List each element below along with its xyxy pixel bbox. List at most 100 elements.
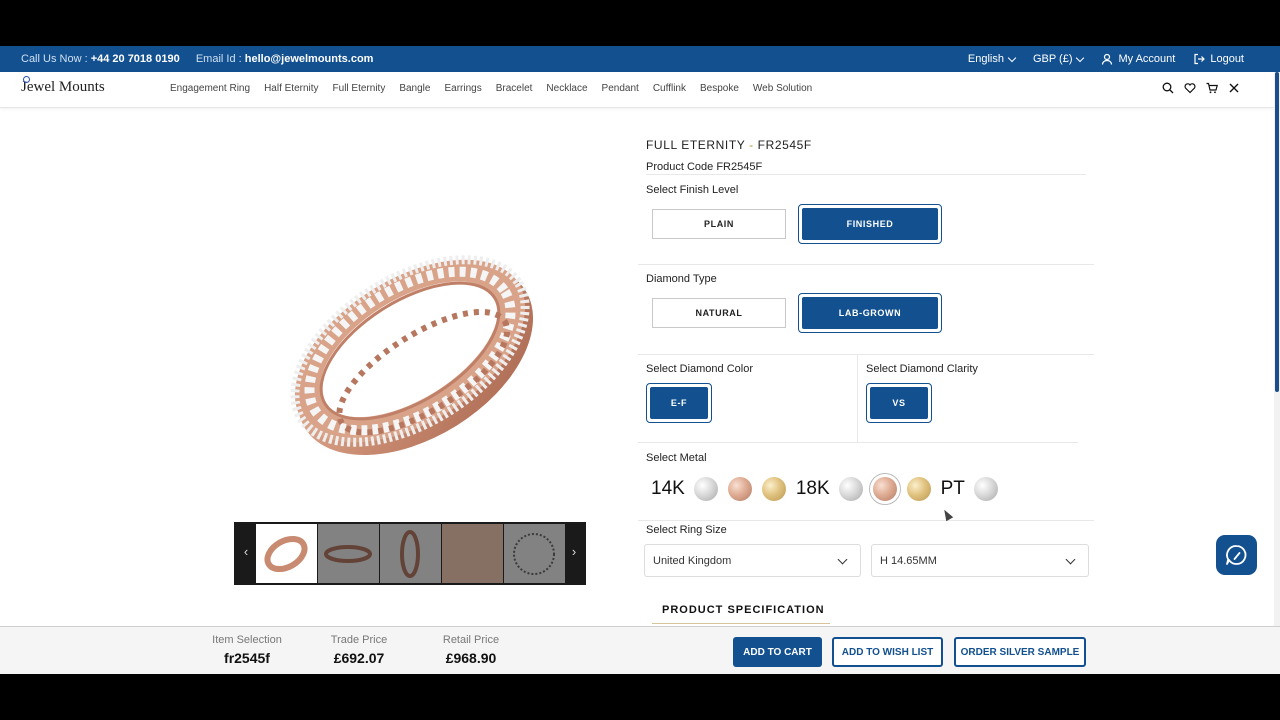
user-icon: [1102, 53, 1113, 65]
menu-item-cufflink[interactable]: Cufflink: [653, 83, 686, 94]
menu-item-bespoke[interactable]: Bespoke: [700, 83, 739, 94]
diamond-clarity-vs-button[interactable]: VS: [866, 383, 932, 423]
divider-vertical: [857, 354, 858, 442]
chat-icon: [1226, 545, 1247, 565]
scrollbar-thumb[interactable]: [1275, 72, 1279, 392]
diamond-clarity-label: Select Diamond Clarity: [866, 363, 978, 375]
item-selection: Item Selection fr2545f: [187, 634, 307, 666]
order-silver-sample-button[interactable]: ORDER SILVER SAMPLE: [954, 637, 1086, 667]
logo[interactable]: Jewel Mounts: [21, 76, 105, 96]
item-selection-value: fr2545f: [224, 650, 270, 666]
close-icon[interactable]: [1228, 82, 1240, 96]
logout-icon: [1194, 53, 1206, 65]
diamond-lab-grown-button[interactable]: LAB-GROWN: [798, 293, 942, 333]
menu-item-bangle[interactable]: Bangle: [399, 83, 430, 94]
call-label: Call Us Now :: [21, 53, 88, 65]
divider: [638, 520, 1094, 521]
thumbnail-5[interactable]: [504, 524, 565, 583]
add-to-cart-button[interactable]: ADD TO CART: [733, 637, 822, 667]
logo-ring-icon: [23, 76, 30, 83]
menu-item-pendant[interactable]: Pendant: [602, 83, 639, 94]
language-label: English: [967, 53, 1004, 65]
spec-underline: [652, 623, 830, 624]
heart-icon[interactable]: [1184, 82, 1196, 96]
metal-options: 14K 18K PT: [651, 473, 1008, 505]
chevron-down-icon: [1076, 53, 1085, 62]
contact-info: Call Us Now : +44 20 7018 0190 Email Id …: [21, 53, 373, 65]
product-main-image: [265, 211, 555, 491]
bottom-bar: Item Selection fr2545f Trade Price £692.…: [0, 626, 1280, 674]
menu-item-earrings[interactable]: Earrings: [444, 83, 481, 94]
metal-14k-yellow-swatch[interactable]: [761, 477, 786, 501]
cart-icon[interactable]: [1206, 82, 1218, 96]
nav-icons: [1162, 82, 1240, 96]
item-selection-label: Item Selection: [212, 634, 282, 646]
menu-item-engagement-ring[interactable]: Engagement Ring: [170, 83, 250, 94]
product-category: FULL ETERNITY: [646, 138, 746, 152]
thumbnail-2[interactable]: [318, 524, 379, 583]
ring-size-country-value: United Kingdom: [653, 555, 732, 567]
search-icon[interactable]: [1162, 82, 1174, 96]
metal-14k-white-swatch[interactable]: [693, 477, 718, 501]
logout-link[interactable]: Logout: [1193, 53, 1244, 65]
currency-label: GBP (£): [1032, 53, 1073, 65]
top-bar: Call Us Now : +44 20 7018 0190 Email Id …: [0, 46, 1280, 72]
metal-18k-white-swatch[interactable]: [838, 477, 863, 501]
metal-18k-yellow-swatch[interactable]: [906, 477, 931, 501]
ring-size-select[interactable]: H 14.65MM: [871, 544, 1089, 577]
thumbnail-1[interactable]: [256, 524, 317, 583]
diamond-color-ef-button[interactable]: E-F: [646, 383, 712, 423]
currency-select[interactable]: GBP (£): [1032, 53, 1085, 65]
diamond-color-ef-label: E-F: [650, 387, 708, 419]
thumbnail-3[interactable]: [380, 524, 441, 583]
diamond-lab-grown-label: LAB-GROWN: [802, 297, 938, 329]
title-separator: -: [749, 138, 754, 152]
language-select[interactable]: English: [967, 53, 1017, 65]
trade-price-label: Trade Price: [330, 634, 388, 646]
divider: [638, 442, 1078, 443]
page: Call Us Now : +44 20 7018 0190 Email Id …: [0, 46, 1280, 674]
my-account-link[interactable]: My Account: [1101, 53, 1175, 65]
metal-group-18k: 18K: [795, 478, 830, 499]
add-to-wishlist-button[interactable]: ADD TO WISH LIST: [832, 637, 943, 667]
metal-label: Select Metal: [646, 452, 707, 464]
chat-button[interactable]: [1216, 535, 1257, 575]
thumbnail-4[interactable]: [442, 524, 503, 583]
menu-item-half-eternity[interactable]: Half Eternity: [264, 83, 318, 94]
diamond-clarity-vs-label: VS: [870, 387, 928, 419]
metal-pt-swatch[interactable]: [973, 477, 998, 501]
metal-14k-rose-swatch[interactable]: [727, 477, 752, 501]
retail-price-value: £968.90: [445, 650, 497, 666]
product-code: Product Code FR2545F: [646, 161, 763, 173]
metal-group-pt: PT: [940, 478, 965, 499]
menu-item-full-eternity[interactable]: Full Eternity: [333, 83, 386, 94]
metal-group-14k: 14K: [651, 478, 685, 499]
menu-item-necklace[interactable]: Necklace: [546, 83, 587, 94]
finish-finished-button[interactable]: FINISHED: [798, 204, 942, 244]
diamond-type-label: Diamond Type: [646, 273, 717, 285]
email-link[interactable]: hello@jewelmounts.com: [245, 53, 374, 65]
chevron-right-icon[interactable]: ›: [564, 544, 584, 559]
phone-link[interactable]: +44 20 7018 0190: [91, 53, 180, 65]
diamond-natural-button[interactable]: NATURAL: [652, 298, 786, 328]
chevron-down-icon: [1007, 53, 1017, 62]
trade-price-value: £692.07: [333, 650, 385, 666]
trade-price: Trade Price £692.07: [299, 634, 419, 666]
finish-finished-label: FINISHED: [802, 208, 938, 240]
retail-price-label: Retail Price: [442, 634, 500, 646]
finish-label: Select Finish Level: [646, 184, 739, 196]
thumbnail-carousel: ‹ ›: [234, 522, 586, 585]
page-scrollbar[interactable]: [1274, 72, 1280, 674]
main-nav: Jewel Mounts Engagement Ring Half Eterni…: [0, 72, 1280, 108]
product-sku: FR2545F: [757, 138, 812, 152]
finish-plain-button[interactable]: PLAIN: [652, 209, 786, 239]
menu-item-web-solution[interactable]: Web Solution: [753, 83, 812, 94]
product-specification-tab[interactable]: PRODUCT SPECIFICATION: [662, 604, 825, 616]
metal-18k-rose-selected[interactable]: [868, 473, 901, 505]
logo-text: Jewel Mounts: [21, 79, 105, 95]
ring-size-country-select[interactable]: United Kingdom: [644, 544, 861, 577]
menu-item-bracelet[interactable]: Bracelet: [496, 83, 533, 94]
chevron-down-icon: [1065, 554, 1076, 565]
category-menu: Engagement Ring Half Eternity Full Etern…: [170, 83, 812, 94]
chevron-left-icon[interactable]: ‹: [236, 544, 256, 559]
